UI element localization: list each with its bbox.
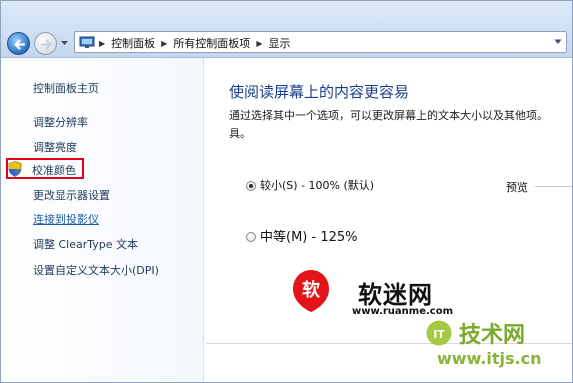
- itjs-logo-text: IT: [433, 328, 445, 341]
- forward-arrow-icon: [40, 39, 52, 50]
- window: ▶ 控制面板 ▶ 所有控制面板项 ▶ 显示 控制面板主页 调整分辨率 调整亮度 …: [0, 0, 573, 383]
- breadcrumb: ▶ 控制面板 ▶ 所有控制面板项 ▶ 显示: [99, 35, 290, 51]
- breadcrumb-separator[interactable]: ▶: [161, 39, 167, 48]
- ruanme-logo-icon: 软: [293, 270, 329, 312]
- page-title: 使阅读屏幕上的内容更容易: [229, 83, 410, 101]
- watermark-ruanme: 软 软迷网 www.ruanme.com: [292, 269, 460, 321]
- itjs-logo-icon: IT: [426, 320, 452, 346]
- page-description: 通过选择其中一个选项，可以更改屏幕上的文本大小以及其他项。具。: [229, 109, 548, 140]
- breadcrumb-separator[interactable]: ▶: [256, 39, 262, 48]
- shield-icon: [8, 161, 22, 177]
- radio-medium[interactable]: [246, 232, 256, 242]
- watermark-itjs: IT 技术网 www.itjs.cn: [423, 319, 572, 382]
- sidebar-item-custom-dpi[interactable]: 设置自定义文本大小(DPI): [33, 262, 159, 278]
- ruanme-brand-text: 软迷网: [358, 281, 433, 309]
- chevron-down-icon[interactable]: [554, 39, 562, 45]
- sidebar-item-home[interactable]: 控制面板主页: [33, 80, 99, 96]
- sidebar-item-display-settings[interactable]: 更改显示器设置: [33, 187, 110, 203]
- preview-label: 预览: [506, 181, 528, 194]
- control-panel-icon: [79, 36, 95, 48]
- navigation-bar: ▶ 控制面板 ▶ 所有控制面板项 ▶ 显示: [1, 1, 572, 58]
- sidebar-item-brightness[interactable]: 调整亮度: [33, 139, 77, 155]
- ruanme-badge-text: 软: [302, 279, 320, 301]
- ruanme-url: www.ruanme.com: [352, 306, 454, 317]
- back-button[interactable]: [7, 32, 30, 55]
- breadcrumb-item-control-panel[interactable]: 控制面板: [111, 35, 155, 51]
- itjs-brand-text: 技术网: [459, 323, 526, 348]
- option-label-smaller[interactable]: 较小(S) - 100% (默认): [260, 177, 374, 193]
- sidebar-item-projector[interactable]: 连接到投影仪: [33, 211, 99, 227]
- breadcrumb-item-display[interactable]: 显示: [268, 35, 290, 51]
- breadcrumb-item-all-items[interactable]: 所有控制面板项: [173, 35, 250, 51]
- address-bar[interactable]: ▶ 控制面板 ▶ 所有控制面板项 ▶ 显示: [74, 31, 567, 53]
- radio-smaller[interactable]: [246, 181, 256, 191]
- chevron-down-icon[interactable]: [60, 39, 69, 47]
- sidebar: 控制面板主页 调整分辨率 调整亮度 校准颜色 更改显示器设置 连接到投影仪 调整…: [1, 58, 204, 382]
- sidebar-item-calibrate-color[interactable]: 校准颜色: [32, 162, 76, 178]
- sidebar-item-cleartype[interactable]: 调整 ClearType 文本: [33, 236, 138, 252]
- forward-button[interactable]: [34, 32, 57, 55]
- itjs-url: www.itjs.cn: [437, 349, 542, 368]
- sidebar-item-resolution[interactable]: 调整分辨率: [33, 114, 88, 130]
- preview-divider: [535, 186, 572, 187]
- option-label-medium[interactable]: 中等(M) - 125%: [260, 226, 357, 245]
- breadcrumb-separator[interactable]: ▶: [99, 39, 105, 48]
- back-arrow-icon: [14, 39, 26, 50]
